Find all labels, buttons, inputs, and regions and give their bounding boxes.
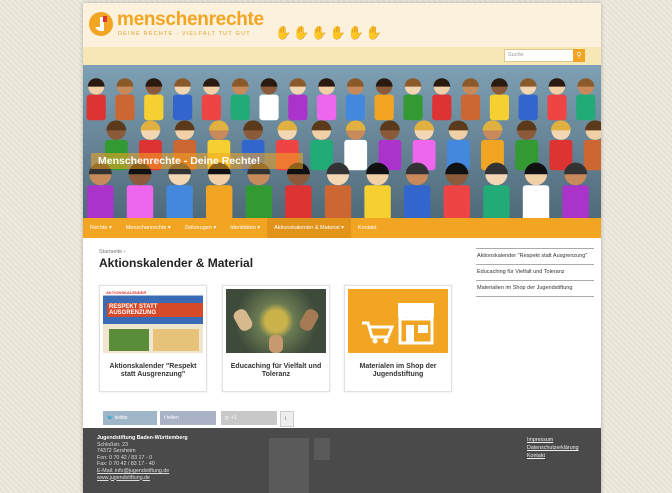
hero-banner: Menschenrechte - Deine Rechte! xyxy=(83,65,601,218)
facebook-share-button[interactable]: f teilen xyxy=(160,411,216,425)
card-image-small: AKTIONSKALENDER xyxy=(106,290,147,295)
nav-item-kontakt[interactable]: Kontakt xyxy=(351,218,384,238)
card-image xyxy=(226,289,326,353)
card-aktionskalender[interactable]: AKTIONSKALENDER RESPEKT STATT AUSGRENZUN… xyxy=(99,285,207,392)
search-input[interactable]: Suche xyxy=(504,49,576,62)
sidebar-item-aktionskalender[interactable]: Aktionskalender "Respekt statt Ausgrenzu… xyxy=(476,248,594,264)
card-label: Educaching für Vielfalt und Toleranz xyxy=(230,363,322,378)
twitter-icon: 🐦 xyxy=(107,415,115,421)
card-label: Materialen im Shop der Jugendstiftung xyxy=(359,363,437,378)
footer-logo-icon xyxy=(269,438,309,493)
card-educaching[interactable]: Educaching für Vielfalt und Toleranz xyxy=(222,285,330,392)
footer-link-kontakt[interactable]: Kontakt xyxy=(527,452,579,460)
logo-icon[interactable] xyxy=(89,12,113,36)
nav-item-aktionskalender[interactable]: Aktionskalender & Material ▾ xyxy=(267,218,351,238)
footer-links: Impressum Datenschutzerklärung Kontakt xyxy=(527,436,579,460)
main-nav: Rechte ▾ Menschenrechte ▾ Zeitzeugen ▾ I… xyxy=(83,218,601,238)
nav-item-rechte[interactable]: Rechte ▾ xyxy=(83,218,119,238)
nav-item-menschenrechte[interactable]: Menschenrechte ▾ xyxy=(119,218,178,238)
card-shop[interactable]: Materialen im Shop der Jugendstiftung xyxy=(344,285,452,392)
nav-item-identitaeten[interactable]: Identitäten ▾ xyxy=(223,218,267,238)
search-button[interactable]: ⚲ xyxy=(573,49,585,62)
search-icon: ⚲ xyxy=(576,52,582,59)
sidebar-item-educaching[interactable]: Educaching für Vielfalt und Toleranz xyxy=(476,264,594,280)
footer-line: Schloßstr. 23 xyxy=(97,441,128,448)
breadcrumb[interactable]: Startseite › xyxy=(99,249,126,255)
footer-link-datenschutz[interactable]: Datenschutzerklärung xyxy=(527,444,579,452)
sidebar-item-shop[interactable]: Materialien im Shop der Jugendstiftung xyxy=(476,280,594,297)
card-image: AKTIONSKALENDER RESPEKT STATT AUSGRENZUN… xyxy=(103,289,203,353)
site-header: menschenrechte DEINE RECHTE · VIELFALT T… xyxy=(83,3,601,47)
page: menschenrechte DEINE RECHTE · VIELFALT T… xyxy=(83,3,601,493)
hero-title: Menschenrechte - Deine Rechte! xyxy=(91,153,303,169)
sidebar: Aktionskalender "Respekt statt Ausgrenzu… xyxy=(476,248,594,297)
footer-line: Fon: 0 70 42 / 83 17 - 0 xyxy=(97,454,153,461)
footer-org: Jugendstiftung Baden-Württemberg xyxy=(97,435,188,441)
footer-line: Fax: 0 70 42 / 83 17 - 40 xyxy=(97,461,155,468)
twitter-share-button[interactable]: 🐦 twitter xyxy=(103,411,157,425)
footer-line: 74372 Sersheim xyxy=(97,448,136,455)
footer-address: Jugendstiftung Baden-Württemberg Schloßs… xyxy=(97,435,188,481)
site-brand[interactable]: menschenrechte xyxy=(117,9,264,31)
hero-image xyxy=(86,78,601,218)
info-icon: i xyxy=(285,416,287,422)
hands-icon: ✋✋✋✋✋✋ xyxy=(275,25,385,40)
site-tagline: DEINE RECHTE · VIELFALT TUT GUT xyxy=(118,31,251,37)
site-footer: Jugendstiftung Baden-Württemberg Schloßs… xyxy=(83,428,601,493)
card-label: Aktionskalender "Respekt statt Ausgrenzu… xyxy=(109,363,197,378)
card-image-text: RESPEKT STATT AUSGRENZUNG xyxy=(107,303,203,317)
page-title: Aktionskalender & Material xyxy=(99,256,254,270)
footer-web-link[interactable]: www.jugendstiftung.de xyxy=(97,475,188,482)
gplus-share-button[interactable]: g· +1 xyxy=(221,411,277,425)
nav-item-zeitzeugen[interactable]: Zeitzeugen ▾ xyxy=(178,218,224,238)
footer-email-link[interactable]: E-Mail: info@jugendstiftung.de xyxy=(97,468,188,475)
footer-link-impressum[interactable]: Impressum xyxy=(527,436,579,444)
info-button[interactable]: i xyxy=(280,411,294,427)
shop-icon xyxy=(348,289,448,353)
